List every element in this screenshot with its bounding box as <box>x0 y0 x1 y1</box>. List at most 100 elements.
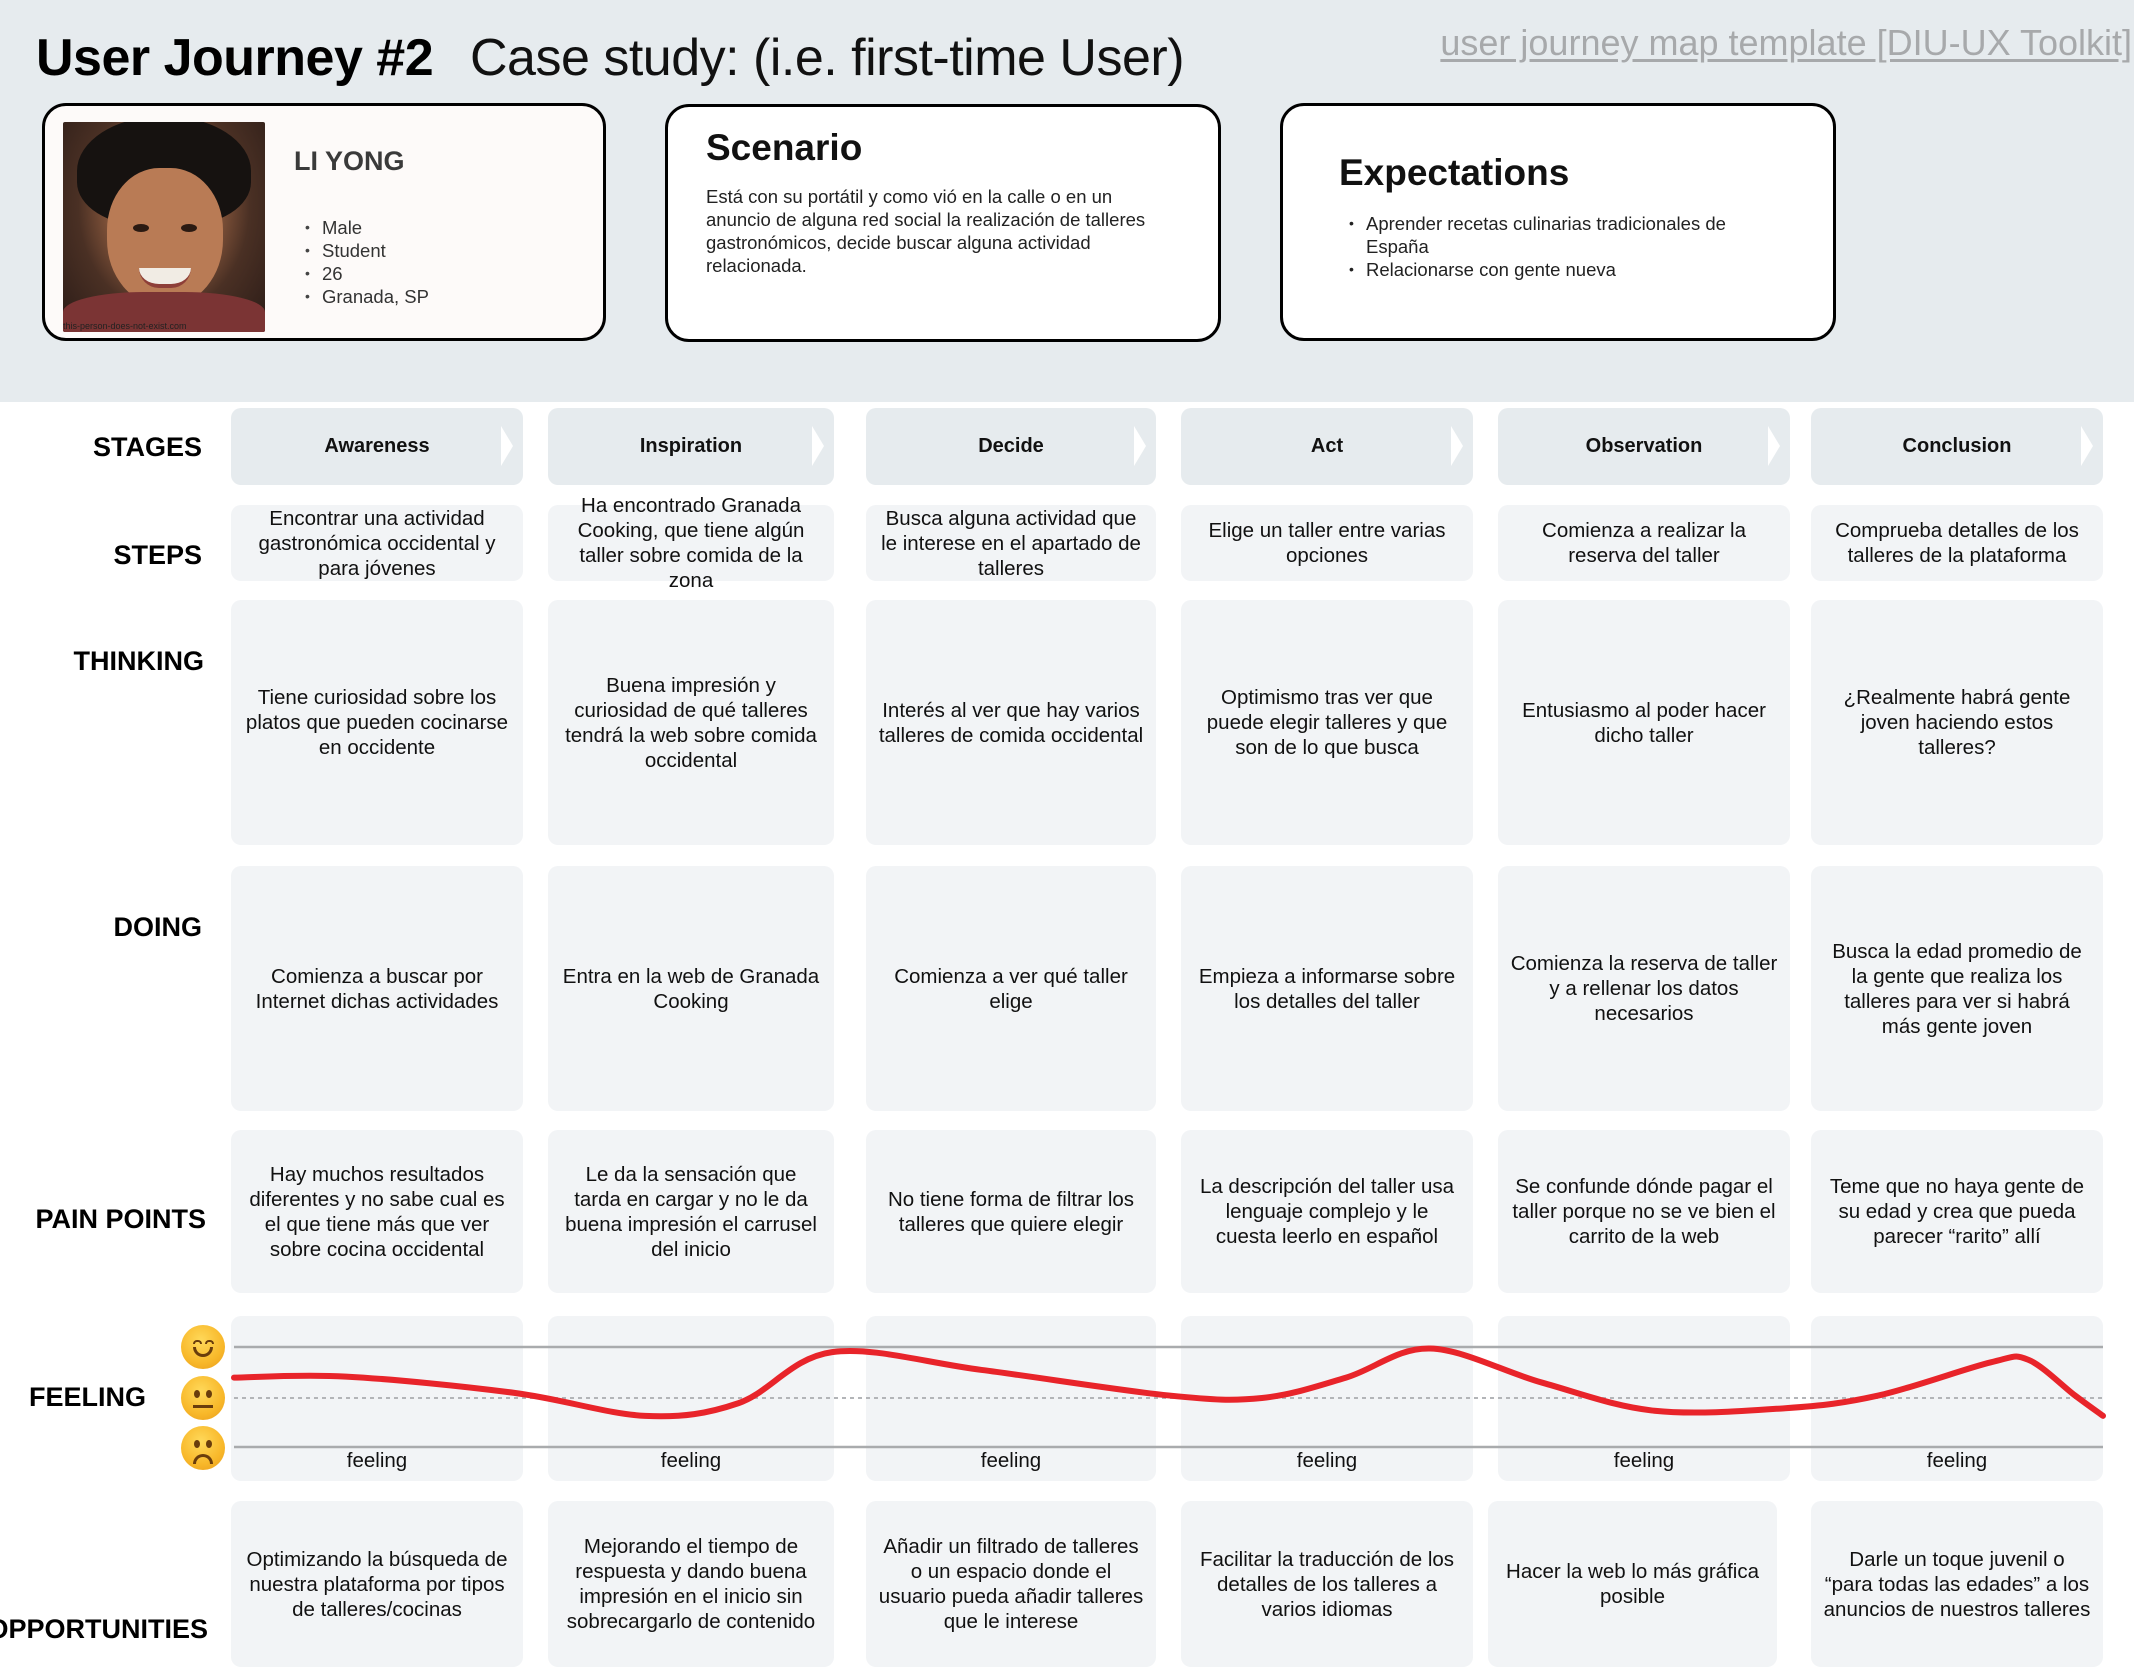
feeling-card: feeling <box>231 1316 523 1481</box>
chevron-right-icon <box>812 426 824 466</box>
feeling-card: feeling <box>1181 1316 1473 1481</box>
expectation-item: Relacionarse con gente nueva <box>1349 258 1789 281</box>
stage-card[interactable]: Decide <box>866 408 1156 485</box>
opportunity-card: Añadir un filtrado de talleres o un espa… <box>866 1501 1156 1667</box>
step-card: Elige un taller entre varias opciones <box>1181 505 1473 581</box>
pain-point-card-text: Le da la sensación que tarda en cargar y… <box>565 1162 817 1261</box>
feeling-card: feeling <box>548 1316 834 1481</box>
stage-card-text: Observation <box>1585 435 1703 457</box>
thinking-card: Optimismo tras ver que puede elegir tall… <box>1181 600 1473 845</box>
doing-card-text: Comienza a buscar por Internet dichas ac… <box>255 964 499 1013</box>
chevron-right-icon <box>1451 426 1463 466</box>
thinking-card-text: Optimismo tras ver que puede elegir tall… <box>1206 686 1448 759</box>
opportunity-card-text: Mejorando el tiempo de respuesta y dando… <box>566 1535 816 1633</box>
feeling-card-text: feeling <box>980 1449 1042 1472</box>
opportunity-card-text: Optimizando la búsqueda de nuestra plata… <box>246 1547 508 1621</box>
doing-card: Empieza a informarse sobre los detalles … <box>1181 866 1473 1111</box>
chevron-right-icon <box>2081 426 2093 466</box>
thinking-card-text: Buena impresión y curiosidad de qué tall… <box>565 673 817 772</box>
opportunity-card: Facilitar la traducción de los detalles … <box>1181 1501 1473 1667</box>
stage-card[interactable]: Conclusion <box>1811 408 2103 485</box>
opportunity-card-text: Hacer la web lo más gráfica posible <box>1506 1560 1759 1608</box>
template-link[interactable]: user journey map template [DIU-UX Toolki… <box>1440 22 2132 64</box>
row-label-feeling: FEELING <box>28 1382 146 1412</box>
doing-card-text: Entra en la web de Granada Cooking <box>562 964 820 1013</box>
stage-card[interactable]: Awareness <box>231 408 523 485</box>
page-title: User Journey #2 <box>36 29 434 87</box>
row-label-steps: STEPS <box>113 540 202 570</box>
doing-card-text: Busca la edad promedio de la gente que r… <box>1832 939 2082 1038</box>
stage-card[interactable]: Observation <box>1498 408 1790 485</box>
expectations-card: Expectations Aprender recetas culinarias… <box>1280 103 1836 341</box>
persona-card: this-person-does-not-exist.com LI YONG M… <box>42 103 606 341</box>
feeling-card: feeling <box>1498 1316 1790 1481</box>
opportunity-card: Darle un toque juvenil o “para todas las… <box>1811 1501 2103 1667</box>
stage-card[interactable]: Act <box>1181 408 1473 485</box>
chevron-right-icon <box>501 426 513 466</box>
photo-eye <box>133 224 149 232</box>
pain-point-card-text: Se confunde dónde pagar el taller porque… <box>1512 1175 1776 1248</box>
pain-point-card-text: No tiene forma de filtrar los talleres q… <box>887 1187 1135 1236</box>
page-subtitle: Case study: (i.e. first-time User) <box>470 29 1185 87</box>
persona-photo: this-person-does-not-exist.com <box>63 122 265 332</box>
feeling-card-text: feeling <box>1296 1449 1358 1472</box>
opportunity-card: Mejorando el tiempo de respuesta y dando… <box>548 1501 834 1667</box>
expectation-item: Aprender recetas culinarias tradicionale… <box>1349 212 1789 258</box>
doing-card: Busca la edad promedio de la gente que r… <box>1811 866 2103 1111</box>
pain-point-card: Hay muchos resultados diferentes y no sa… <box>231 1130 523 1293</box>
step-card-text: Comprueba detalles de los talleres de la… <box>1835 519 2079 567</box>
doing-card: Comienza a buscar por Internet dichas ac… <box>231 866 523 1111</box>
pain-point-card-text: Teme que no haya gente de su edad y crea… <box>1829 1175 2085 1248</box>
thinking-card: Interés al ver que hay varios talleres d… <box>866 600 1156 845</box>
thinking-card: ¿Realmente habrá gente joven haciendo es… <box>1811 600 2103 845</box>
pain-point-card: Teme que no haya gente de su edad y crea… <box>1811 1130 2103 1293</box>
stage-card-text: Inspiration <box>639 435 743 457</box>
photo-face <box>107 168 223 306</box>
step-card: Busca alguna actividad que le interese e… <box>866 505 1156 581</box>
row-label-doing: DOING <box>113 912 202 942</box>
pain-point-card: Le da la sensación que tarda en cargar y… <box>548 1130 834 1293</box>
expectations-list: Aprender recetas culinarias tradicionale… <box>1349 212 1789 281</box>
expectations-heading: Expectations <box>1339 152 1570 193</box>
thinking-card-text: Tiene curiosidad sobre los platos que pu… <box>245 686 509 759</box>
thinking-card-text: Entusiasmo al poder hacer dicho taller <box>1522 698 1766 747</box>
feeling-card-text: feeling <box>346 1449 408 1472</box>
persona-attribute: Male <box>305 216 429 239</box>
pain-point-card: La descripción del taller usa lenguaje c… <box>1181 1130 1473 1293</box>
row-label-stages: STAGES <box>92 432 202 462</box>
doing-card-text: Comienza la reserva de taller y a rellen… <box>1510 952 1778 1025</box>
feeling-card: feeling <box>1811 1316 2103 1481</box>
chevron-right-icon <box>1134 426 1146 466</box>
doing-card: Entra en la web de Granada Cooking <box>548 866 834 1111</box>
step-card-text: Busca alguna actividad que le interese e… <box>881 506 1141 580</box>
photo-smile <box>139 268 191 288</box>
chevron-right-icon <box>1768 426 1780 466</box>
stage-card-text: Act <box>1310 435 1344 457</box>
doing-card: Comienza la reserva de taller y a rellen… <box>1498 866 1790 1111</box>
feeling-card-text: feeling <box>1613 1449 1675 1472</box>
photo-eye <box>181 224 197 232</box>
neutral-face-icon <box>181 1376 225 1420</box>
persona-name: LI YONG <box>294 146 405 176</box>
pain-point-card-text: Hay muchos resultados diferentes y no sa… <box>249 1162 505 1261</box>
persona-attribute: 26 <box>305 262 429 285</box>
thinking-card: Tiene curiosidad sobre los platos que pu… <box>231 600 523 845</box>
scenario-card: Scenario Está con su portátil y como vió… <box>665 104 1221 342</box>
step-card: Comprueba detalles de los talleres de la… <box>1811 505 2103 581</box>
sad-face-icon <box>181 1426 225 1470</box>
persona-attribute: Student <box>305 239 429 262</box>
stage-card[interactable]: Inspiration <box>548 408 834 485</box>
opportunity-card: Optimizando la búsqueda de nuestra plata… <box>231 1501 523 1667</box>
doing-card-text: Empieza a informarse sobre los detalles … <box>1198 964 1456 1013</box>
pain-point-card: Se confunde dónde pagar el taller porque… <box>1498 1130 1790 1293</box>
persona-attributes: Male Student 26 Granada, SP <box>305 216 429 308</box>
thinking-card-text: Interés al ver que hay varios talleres d… <box>878 698 1144 747</box>
step-card-text: Ha encontrado Granada Cooking, que tiene… <box>577 494 805 592</box>
pain-point-card: No tiene forma de filtrar los talleres q… <box>866 1130 1156 1293</box>
row-label-opportunities: OPPORTUNITIES <box>0 1614 208 1644</box>
step-card-text: Comienza a realizar la reserva del talle… <box>1542 519 1746 567</box>
stage-card-text: Conclusion <box>1902 435 2012 457</box>
row-label-thinking: THINKING <box>73 646 205 676</box>
thinking-card: Entusiasmo al poder hacer dicho taller <box>1498 600 1790 845</box>
thinking-card-text: ¿Realmente habrá gente joven haciendo es… <box>1843 686 2071 759</box>
